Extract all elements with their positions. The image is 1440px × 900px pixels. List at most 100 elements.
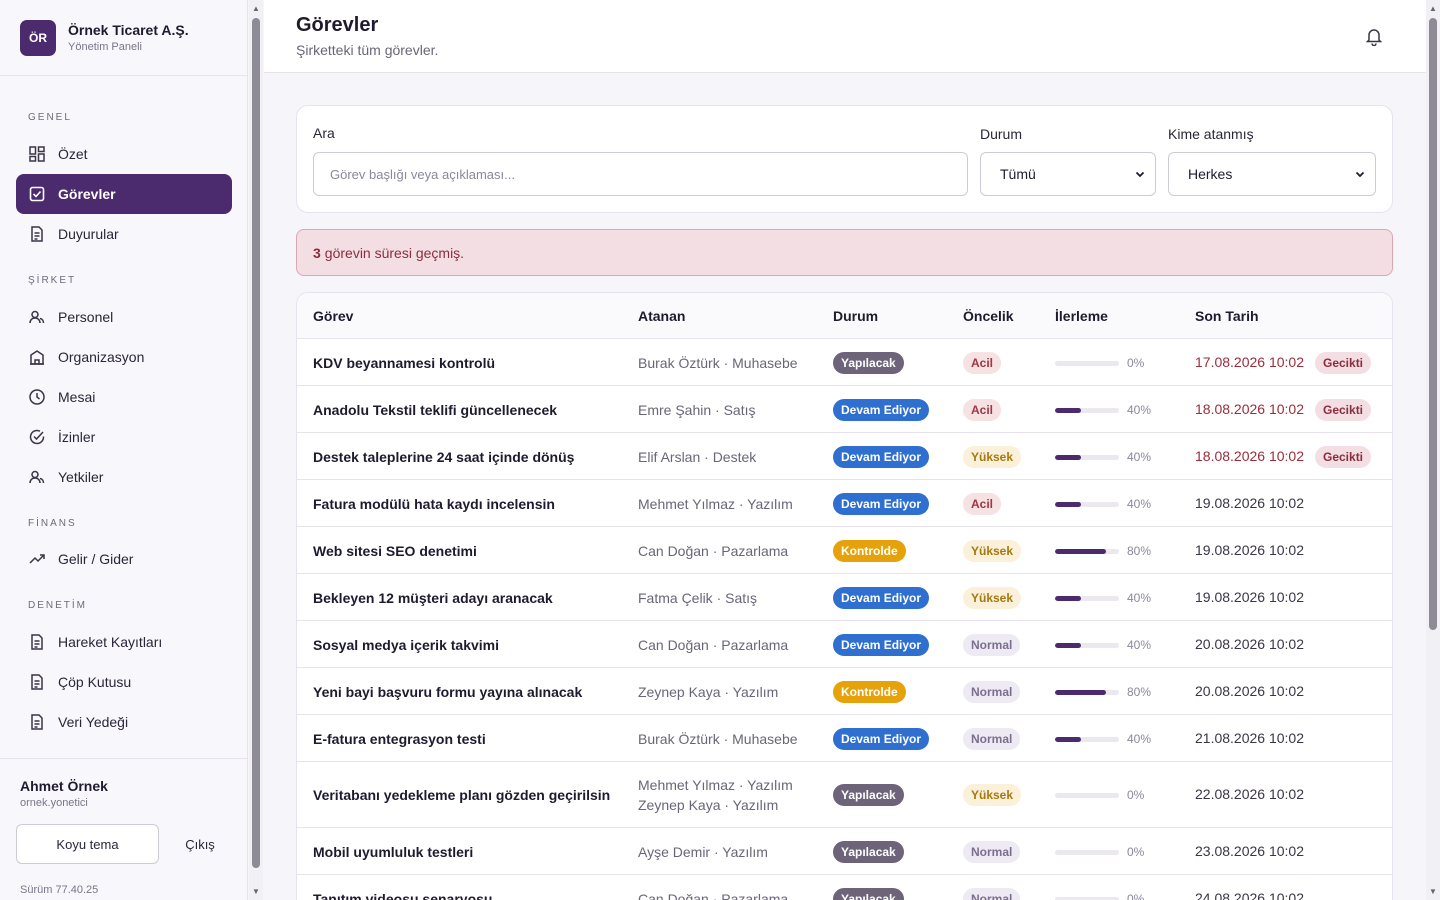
sidebar-item-duyurular[interactable]: Duyurular — [16, 214, 232, 254]
assignee-filter-select[interactable]: Herkes — [1168, 152, 1376, 196]
page-header: Görevler Şirketteki tüm görevler. — [264, 0, 1426, 73]
sidebar-item-cop-kutusu[interactable]: Çöp Kutusu — [16, 662, 232, 702]
status-badge: Yapılacak — [833, 887, 904, 900]
sidebar-item-personel[interactable]: Personel — [16, 297, 232, 337]
task-title[interactable]: Bekleyen 12 müşteri adayı aranacak — [313, 590, 553, 606]
sidebar-item-label: Gelir / Gider — [58, 551, 134, 567]
due-date: 17.08.2026 10:02 — [1195, 353, 1304, 370]
due-date: 22.08.2026 10:02 — [1195, 786, 1304, 802]
due-date: 23.08.2026 10:02 — [1195, 842, 1304, 859]
assignee-filter-value: Herkes — [1188, 166, 1233, 182]
task-title[interactable]: Web sitesi SEO denetimi — [313, 543, 477, 559]
chevron-down-icon — [1355, 171, 1365, 178]
status-badge: Yapılacak — [833, 351, 904, 374]
status-badge: Devam Ediyor — [833, 398, 930, 421]
table-row[interactable]: Web sitesi SEO denetimi Can Doğan · Pazar… — [297, 527, 1392, 574]
document-icon — [28, 633, 46, 651]
task-title[interactable]: Tanıtım videosu senaryosu — [313, 891, 492, 900]
sidebar-item-label: Organizasyon — [58, 349, 145, 365]
scroll-down-arrow-icon[interactable]: ▼ — [251, 887, 261, 897]
progress-bar-fill — [1055, 407, 1081, 413]
table-row[interactable]: Fatura modülü hata kaydı incelensin Mehme… — [297, 480, 1392, 527]
scroll-down-arrow-icon[interactable]: ▼ — [1428, 887, 1438, 897]
task-title[interactable]: KDV beyannamesi kontrolü — [313, 355, 495, 371]
overdue-count: 3 — [313, 244, 321, 261]
sidebar-item-label: Personel — [58, 309, 114, 325]
progress-percent: 0% — [1127, 355, 1145, 370]
table-header: Görev Atanan Durum Öncelik İlerleme Son … — [297, 293, 1392, 339]
progress-bar-fill — [1055, 454, 1081, 460]
column-header-task[interactable]: Görev — [313, 308, 353, 324]
task-assignees: Elif Arslan · Destek — [638, 447, 756, 467]
status-filter-select[interactable]: Tümü — [980, 152, 1156, 196]
column-header-status[interactable]: Durum — [833, 308, 878, 324]
table-row[interactable]: Anadolu Tekstil teklifi güncellenecek Emr… — [297, 386, 1392, 433]
table-row[interactable]: Tanıtım videosu senaryosu Can Doğan · Paz… — [297, 875, 1392, 900]
sidebar-item-mesai[interactable]: Mesai — [16, 377, 232, 417]
assignee-name: Ayşe Demir · Yazılım — [638, 843, 768, 860]
column-header-priority[interactable]: Öncelik — [963, 308, 1014, 324]
task-title[interactable]: Sosyal medya içerik takvimi — [313, 637, 499, 653]
document-icon — [28, 225, 46, 243]
logout-button[interactable]: Çıkış — [170, 824, 230, 864]
building-icon — [28, 348, 46, 366]
task-title[interactable]: Yeni bayi başvuru formu yayına alınacak — [313, 684, 582, 700]
task-title[interactable]: Destek taleplerine 24 saat içinde dönüş — [313, 449, 574, 465]
sidebar-item-hareket-kayitlari[interactable]: Hareket Kayıtları — [16, 622, 232, 662]
table-row[interactable]: Bekleyen 12 müşteri adayı aranacak Fatma … — [297, 574, 1392, 621]
table-row[interactable]: Mobil uyumluluk testleri Ayşe Demir · Yaz… — [297, 828, 1392, 875]
main-scrollbar-thumb[interactable] — [1429, 18, 1437, 630]
table-row[interactable]: Sosyal medya içerik takvimi Can Doğan · P… — [297, 621, 1392, 668]
search-input[interactable]: Görev başlığı veya açıklaması... — [313, 152, 968, 196]
sidebar-item-organizasyon[interactable]: Organizasyon — [16, 337, 232, 377]
clock-icon — [28, 388, 46, 406]
task-title[interactable]: Mobil uyumluluk testleri — [313, 844, 473, 860]
status-badge: Yapılacak — [833, 784, 904, 806]
status-badge: Devam Ediyor — [833, 492, 930, 515]
sidebar-item-gelir-gider[interactable]: Gelir / Gider — [16, 539, 232, 579]
user-icon — [28, 468, 46, 486]
progress-percent: 40% — [1127, 590, 1152, 605]
progress-bar — [1055, 896, 1119, 900]
scroll-up-arrow-icon[interactable]: ▲ — [1428, 4, 1438, 14]
column-header-due-date[interactable]: Son Tarih — [1195, 308, 1259, 324]
sidebar-footer: Ahmet Örnek ornek.yonetici Koyu tema Çık… — [0, 758, 248, 896]
due-date: 18.08.2026 10:02 — [1195, 400, 1304, 417]
task-title[interactable]: Veritabanı yedekleme planı gözden geçiri… — [313, 787, 610, 803]
progress-percent: 40% — [1127, 731, 1152, 746]
column-header-progress[interactable]: İlerleme — [1055, 308, 1108, 324]
sidebar-item-veri-yedegi[interactable]: Veri Yedeği — [16, 702, 232, 742]
version-label: Sürüm 77.40.25 — [20, 884, 99, 896]
table-row[interactable]: KDV beyannamesi kontrolü Burak Öztürk · M… — [297, 339, 1392, 386]
table-row[interactable]: Destek taleplerine 24 saat içinde dönüş E… — [297, 433, 1392, 480]
sidebar-scrollbar-thumb[interactable] — [252, 18, 260, 868]
due-date: 21.08.2026 10:02 — [1195, 729, 1304, 746]
sidebar-item-label: Yetkiler — [58, 469, 104, 485]
table-row[interactable]: Veritabanı yedekleme planı gözden geçiri… — [297, 762, 1392, 828]
progress-bar-fill — [1055, 501, 1081, 507]
progress-percent: 40% — [1127, 449, 1152, 464]
progress-bar-fill — [1055, 595, 1081, 601]
column-header-assignee[interactable]: Atanan — [638, 308, 685, 324]
status-badge: Devam Ediyor — [833, 445, 930, 468]
priority-badge: Normal — [963, 680, 1021, 703]
priority-badge: Acil — [963, 492, 1002, 515]
task-assignees: Burak Öztürk · Muhasebe — [638, 353, 798, 373]
due-date: 24.08.2026 10:02 — [1195, 889, 1304, 900]
sidebar-item-izinler[interactable]: İzinler — [16, 417, 232, 457]
task-assignees: Can Doğan · Pazarlama — [638, 541, 788, 561]
sidebar-item-yetkiler[interactable]: Yetkiler — [16, 457, 232, 497]
table-row[interactable]: E-fatura entegrasyon testi Burak Öztürk ·… — [297, 715, 1392, 762]
sidebar-item-gorevler[interactable]: Görevler — [16, 174, 232, 214]
dark-theme-button[interactable]: Koyu tema — [16, 824, 159, 864]
task-title[interactable]: E-fatura entegrasyon testi — [313, 731, 486, 747]
user-handle: ornek.yonetici — [20, 797, 88, 809]
progress-bar — [1055, 793, 1119, 798]
task-title[interactable]: Anadolu Tekstil teklifi güncellenecek — [313, 402, 557, 418]
task-title[interactable]: Fatura modülü hata kaydı incelensin — [313, 496, 555, 512]
scroll-up-arrow-icon[interactable]: ▲ — [251, 4, 261, 14]
table-row[interactable]: Yeni bayi başvuru formu yayına alınacak Z… — [297, 668, 1392, 715]
sidebar-item-ozet[interactable]: Özet — [16, 134, 232, 174]
bell-icon[interactable] — [1364, 26, 1384, 47]
document-icon — [28, 713, 46, 731]
